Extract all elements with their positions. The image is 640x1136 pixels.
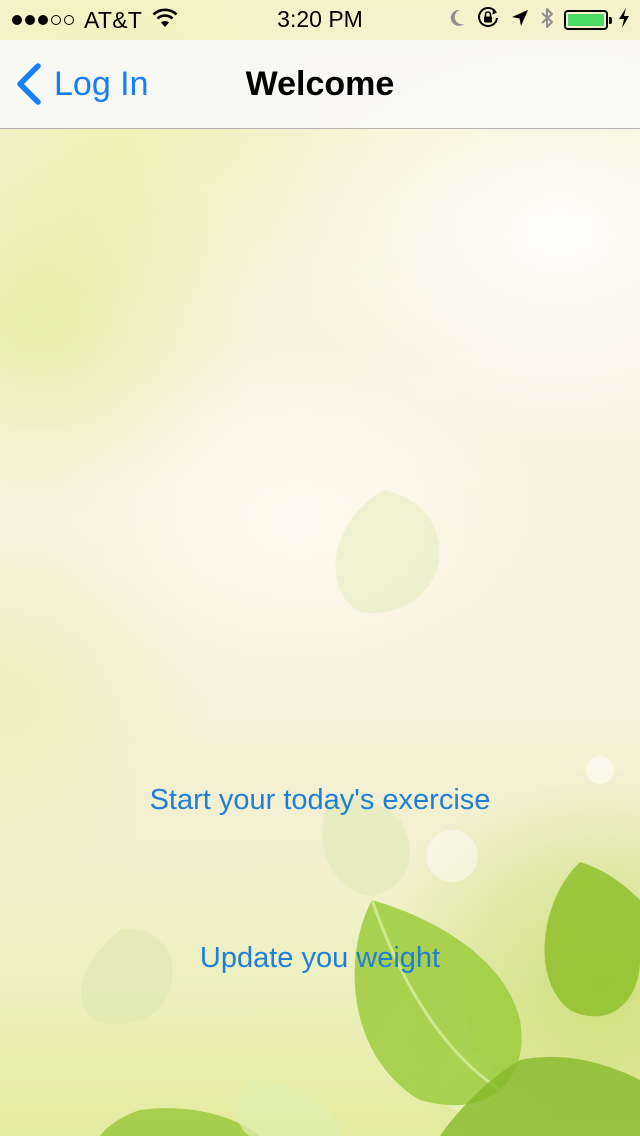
chevron-left-icon (17, 63, 41, 105)
battery-icon (564, 10, 612, 30)
orientation-lock-icon (476, 6, 500, 34)
bluetooth-icon (540, 6, 554, 35)
navigation-bar: Log In Welcome (0, 40, 640, 129)
moon-icon (448, 8, 466, 33)
start-exercise-button[interactable]: Start your today's exercise (144, 780, 497, 821)
status-bar: AT&T 3:20 PM (0, 0, 640, 40)
location-arrow-icon (510, 8, 530, 33)
update-weight-button[interactable]: Update you weight (194, 938, 446, 979)
start-exercise-row: Start your today's exercise (0, 780, 640, 821)
back-button-label: Log In (54, 64, 149, 103)
back-button[interactable]: Log In (14, 40, 149, 128)
status-right (448, 6, 630, 35)
welcome-screen: AT&T 3:20 PM Log In Welcome Start your t… (0, 0, 640, 1136)
charging-bolt-icon (618, 7, 630, 34)
update-weight-row: Update you weight (0, 938, 640, 979)
